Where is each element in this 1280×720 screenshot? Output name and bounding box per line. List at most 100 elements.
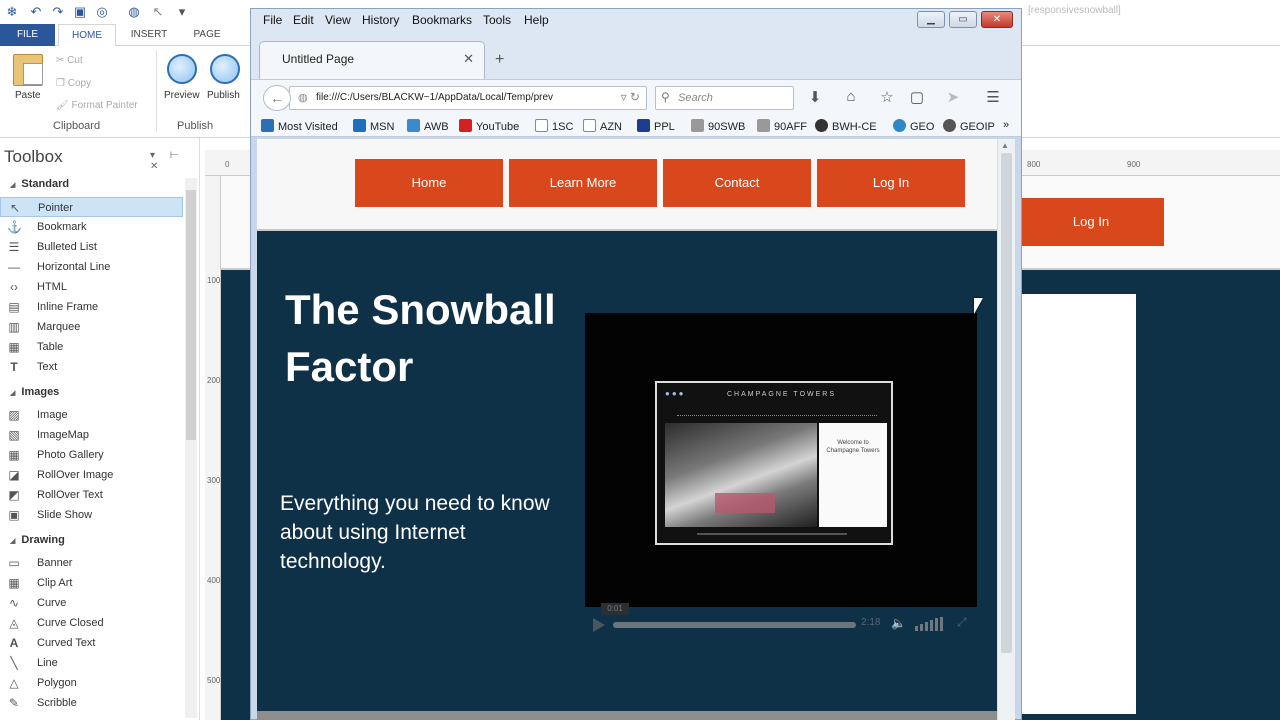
bookmark-bwh-ce[interactable]: BWH-CE [815, 119, 877, 133]
copy-button[interactable]: ❐ Copy [56, 78, 91, 89]
menu-help[interactable]: Help [524, 13, 549, 27]
menu-edit[interactable]: Edit [293, 13, 314, 27]
maximize-button[interactable]: ▭ [949, 11, 977, 28]
send-icon[interactable]: ➤ [943, 88, 963, 106]
canvas-login-button[interactable]: Log In [1018, 198, 1164, 246]
close-tab-icon[interactable]: ✕ [463, 51, 474, 67]
category-images[interactable]: Images [10, 386, 59, 398]
tool-polygon[interactable]: △ Polygon [0, 673, 183, 693]
preview-button[interactable]: Preview [164, 90, 200, 101]
paste-button[interactable]: Paste [15, 90, 41, 101]
bookmarks-overflow-icon[interactable]: » [1003, 119, 1009, 131]
bookmark-1sc[interactable]: 1SC [535, 119, 573, 133]
tool-horizontal-line[interactable]: — Horizontal Line [0, 257, 183, 277]
menu-tools[interactable]: Tools [483, 13, 511, 27]
category-drawing[interactable]: Drawing [10, 534, 64, 546]
menu-icon[interactable]: ☰ [983, 88, 1003, 106]
tool-pointer[interactable]: ↖ Pointer [0, 197, 183, 217]
bookmark-youtube[interactable]: YouTube [459, 119, 519, 133]
menu-history[interactable]: History [362, 13, 399, 27]
pointer-icon[interactable]: ↖ [150, 4, 166, 20]
scrollbar-thumb[interactable] [186, 190, 196, 440]
tool-html[interactable]: ‹› HTML [0, 277, 183, 297]
back-button[interactable]: ← [263, 85, 291, 111]
close-window-button[interactable]: ✕ [981, 11, 1013, 28]
tool-clip-art[interactable]: ▦ Clip Art [0, 573, 183, 593]
tool-rollover-text[interactable]: ◩ RollOver Text [0, 485, 183, 505]
format-painter-button[interactable]: 🖌 Format Painter [56, 100, 138, 111]
publish-icon[interactable]: ◍ [126, 4, 142, 20]
tool-bookmark[interactable]: ⚓ Bookmark [0, 217, 183, 237]
seek-bar[interactable] [613, 622, 856, 628]
nav-home-button[interactable]: Home [355, 159, 503, 207]
menu-file[interactable]: File [263, 13, 282, 27]
url-bar[interactable]: ◍ file:///C:/Users/BLACKW~1/AppData/Loca… [289, 86, 647, 110]
tool-slide-show[interactable]: ▣ Slide Show [0, 505, 183, 525]
toolbox-scrollbar[interactable] [185, 178, 197, 718]
tool-label: Photo Gallery [37, 449, 104, 461]
reload-icon[interactable]: ▿ ↻ [621, 90, 640, 104]
nav-learn-more-button[interactable]: Learn More [509, 159, 657, 207]
menu-bookmarks[interactable]: Bookmarks [412, 13, 472, 27]
tab-untitled-page[interactable]: Untitled Page ✕ [259, 41, 485, 79]
pocket-icon[interactable]: ▢ [907, 88, 927, 106]
bookmark-azn[interactable]: AZN [583, 119, 622, 133]
tool-text[interactable]: T Text [0, 357, 183, 377]
bookmark-90swb[interactable]: 90SWB [691, 119, 745, 133]
page-scrollbar[interactable]: ▲ [997, 139, 1015, 720]
tool-curve-closed[interactable]: ◬ Curve Closed [0, 613, 183, 633]
new-tab-icon[interactable]: + [495, 51, 504, 69]
tool-bulleted-list[interactable]: ☰ Bulleted List [0, 237, 183, 257]
category-standard[interactable]: Standard [10, 178, 69, 190]
video-player[interactable]: ●●● CHAMPAGNE TOWERS Welcome to Champagn… [585, 313, 977, 607]
bookmark-ppl[interactable]: PPL [637, 119, 675, 133]
scroll-up-icon[interactable]: ▲ [1001, 141, 1009, 150]
tool-imagemap[interactable]: ▧ ImageMap [0, 425, 183, 445]
bookmark-msn[interactable]: MSN [353, 119, 394, 133]
tool-rollover-image[interactable]: ◪ RollOver Image [0, 465, 183, 485]
tool-curved-text[interactable]: A Curved Text [0, 633, 183, 653]
fullscreen-icon[interactable]: ⤢ [957, 615, 967, 630]
volume-slider[interactable] [915, 617, 951, 631]
play-icon[interactable] [593, 618, 605, 632]
redo-icon[interactable]: ↷ [50, 4, 66, 20]
tab-page[interactable]: PAGE [184, 24, 230, 46]
nav-login-button[interactable]: Log In [817, 159, 965, 207]
download-icon[interactable]: ⬇ [805, 88, 825, 106]
tool-marquee[interactable]: ▥ Marquee [0, 317, 183, 337]
bookmark-geoip[interactable]: GEOIP [943, 119, 995, 133]
tool-inline-frame[interactable]: ▤ Inline Frame [0, 297, 183, 317]
undo-icon[interactable]: ↶ [28, 4, 44, 20]
nav-contact-button[interactable]: Contact [663, 159, 811, 207]
tool-banner[interactable]: ▭ Banner [0, 553, 183, 573]
cut-button[interactable]: ✂ Cut [56, 55, 83, 66]
tab-file[interactable]: FILE [0, 24, 55, 46]
preview-globe-icon[interactable] [167, 54, 197, 84]
save-icon[interactable]: ▣ [72, 4, 88, 20]
publish-button[interactable]: Publish [207, 90, 240, 101]
bookmark-most-visited[interactable]: Most Visited [261, 119, 338, 133]
tab-insert[interactable]: INSERT [122, 24, 176, 46]
minimize-button[interactable]: ▁ [917, 11, 945, 28]
tool-curve[interactable]: ∿ Curve [0, 593, 183, 613]
tool-line[interactable]: ╲ Line [0, 653, 183, 673]
paste-icon[interactable] [13, 54, 43, 86]
volume-icon[interactable]: 🔈 [891, 616, 906, 630]
home-icon[interactable]: ⌂ [841, 88, 861, 105]
bookmark-geo[interactable]: GEO [893, 119, 934, 133]
scrollbar-thumb[interactable] [1001, 153, 1012, 653]
publish-globe-icon[interactable] [210, 54, 240, 84]
preview-icon[interactable]: ◎ [94, 4, 110, 20]
star-icon[interactable]: ☆ [877, 88, 897, 106]
tool-table[interactable]: ▦ Table [0, 337, 183, 357]
more-icon[interactable]: ▾ [174, 4, 190, 20]
tab-home[interactable]: HOME [58, 24, 116, 47]
bookmark-90aff[interactable]: 90AFF [757, 119, 807, 133]
tool-image[interactable]: ▨ Image [0, 405, 183, 425]
toolbox-controls[interactable]: ▾ ⊢ ✕ [150, 150, 199, 172]
tool-photo-gallery[interactable]: ▦ Photo Gallery [0, 445, 183, 465]
bookmark-awb[interactable]: AWB [407, 119, 449, 133]
tool-scribble[interactable]: ✎ Scribble [0, 693, 183, 713]
search-input[interactable]: ⚲ Search [655, 86, 794, 110]
menu-view[interactable]: View [325, 13, 351, 27]
